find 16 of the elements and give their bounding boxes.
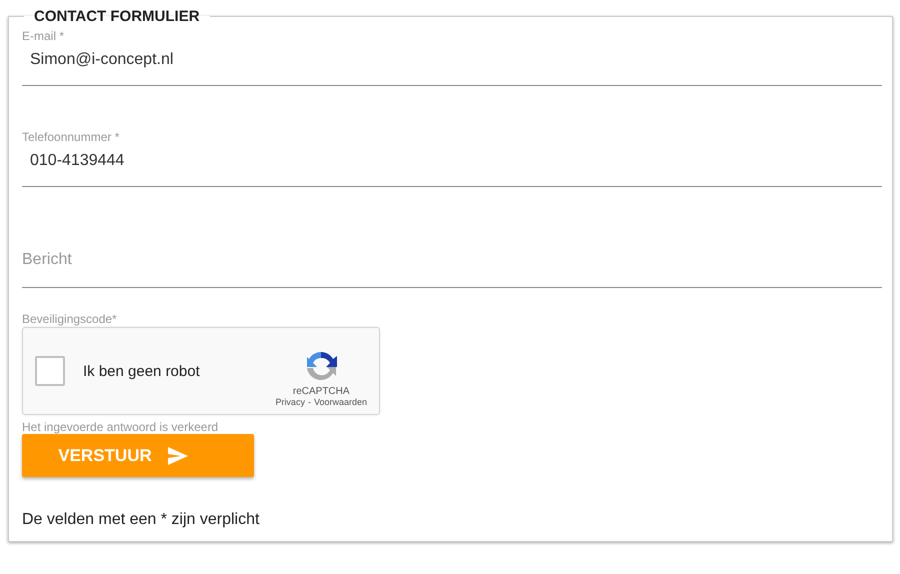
send-icon — [168, 446, 188, 464]
terms-link[interactable]: Voorwaarden — [314, 396, 367, 406]
error-message: Het ingevoerde antwoord is verkeerd — [22, 420, 218, 434]
input-field[interactable]: 010-4139444 — [22, 144, 882, 186]
form-title: CONTACT FORMULIER — [33, 8, 201, 25]
checkbox-label: Ik ben geen robot — [83, 362, 201, 380]
field-label: Telefoonnummer * — [22, 130, 120, 144]
input-field[interactable]: Bericht — [22, 243, 882, 287]
captcha-brand: reCAPTCHA — [292, 386, 350, 396]
link-separator: - — [308, 396, 311, 406]
checkbox[interactable] — [35, 356, 65, 386]
field-label: Beveiligingscode* — [22, 312, 117, 326]
input-field[interactable]: Simon@i-concept.nl — [22, 43, 882, 85]
privacy-link[interactable]: Privacy — [275, 396, 305, 406]
required-note: De velden met een * zijn verplicht — [22, 511, 260, 529]
field-label: E-mail * — [22, 29, 66, 43]
